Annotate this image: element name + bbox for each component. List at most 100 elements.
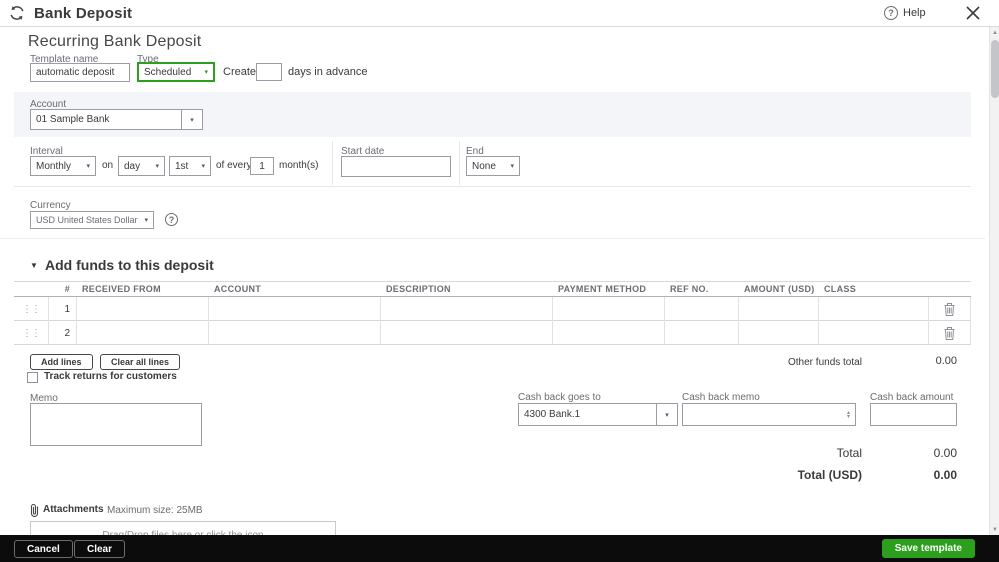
- cell-ref-no[interactable]: [664, 297, 738, 321]
- cash-back-memo-input[interactable]: ▴ ▾: [682, 403, 856, 426]
- type-dropdown[interactable]: Scheduled ▾: [137, 62, 215, 82]
- cash-back-goes-to-label: Cash back goes to: [518, 392, 601, 403]
- save-template-button[interactable]: Save template: [881, 539, 975, 558]
- help-icon[interactable]: ?: [884, 6, 898, 20]
- total-value: 0.00: [933, 446, 957, 460]
- cancel-button[interactable]: Cancel: [14, 540, 73, 558]
- col-payment-method: PAYMENT METHOD: [558, 284, 647, 294]
- attachments-label: Attachments: [43, 504, 104, 515]
- row-number: 1: [48, 297, 76, 321]
- cash-back-amount-input[interactable]: [870, 403, 957, 426]
- cell-description[interactable]: [380, 297, 552, 321]
- template-name-input[interactable]: [30, 63, 130, 82]
- divider: [459, 141, 460, 185]
- recurring-heading: Recurring Bank Deposit: [28, 33, 202, 50]
- footer-bar: Cancel Clear Save template: [0, 535, 999, 562]
- cash-back-goes-to-dropdown-button[interactable]: ▾: [656, 403, 678, 426]
- drag-handle-icon[interactable]: ⋮⋮: [14, 321, 48, 345]
- cell-payment-method[interactable]: [552, 297, 664, 321]
- table-row: ⋮⋮ 2: [14, 321, 971, 345]
- cash-back-amount-label: Cash back amount: [870, 392, 954, 403]
- account-input[interactable]: 01 Sample Bank: [30, 109, 182, 130]
- row-number: 2: [48, 321, 76, 345]
- attachments-max-size: Maximum size: 25MB: [107, 505, 203, 516]
- divider: [332, 141, 333, 185]
- clear-all-lines-button[interactable]: Clear all lines: [100, 354, 181, 370]
- table-row: ⋮⋮ 1: [14, 297, 971, 321]
- paperclip-icon: [29, 503, 40, 522]
- col-class: CLASS: [824, 284, 857, 294]
- track-returns-checkbox[interactable]: [27, 372, 38, 383]
- currency-info-icon[interactable]: ?: [165, 213, 178, 226]
- top-bar: Bank Deposit ? Help: [0, 0, 999, 27]
- cell-received-from[interactable]: [76, 297, 208, 321]
- close-icon[interactable]: [966, 6, 980, 25]
- cell-received-from[interactable]: [76, 321, 208, 345]
- interval-dropdown[interactable]: Monthly ▾: [30, 156, 96, 176]
- end-dropdown[interactable]: None ▾: [466, 156, 520, 176]
- currency-label: Currency: [30, 200, 71, 211]
- add-lines-button[interactable]: Add lines: [30, 354, 93, 370]
- clear-button[interactable]: Clear: [74, 540, 126, 558]
- other-funds-total-value: 0.00: [935, 355, 957, 367]
- recurring-transaction-icon: [8, 4, 26, 27]
- funds-table-header: # RECEIVED FROM ACCOUNT DESCRIPTION PAYM…: [14, 281, 971, 297]
- total-usd-label: Total (USD): [797, 468, 862, 482]
- divider: [0, 238, 985, 239]
- memo-textarea[interactable]: [30, 403, 202, 446]
- chevron-down-icon: ▾: [204, 69, 208, 76]
- col-number: #: [64, 284, 70, 294]
- chevron-down-icon: ▾: [190, 116, 194, 124]
- days-in-advance-input[interactable]: [256, 63, 282, 81]
- other-funds-total-label: Other funds total: [788, 357, 862, 368]
- chevron-down-icon: ▾: [86, 163, 90, 170]
- currency-dropdown[interactable]: USD United States Dollar ▾: [30, 211, 154, 229]
- chevron-down-icon: ▾: [144, 217, 148, 224]
- cell-class[interactable]: [818, 321, 928, 345]
- cell-account[interactable]: [208, 321, 380, 345]
- track-returns-label: Track returns for customers: [44, 371, 177, 382]
- collapse-triangle-icon[interactable]: ▼: [30, 261, 38, 270]
- scrollbar[interactable]: ▲ ▼: [989, 27, 999, 535]
- chevron-down-icon: ▾: [510, 163, 514, 170]
- drag-handle-icon[interactable]: ⋮⋮: [14, 297, 48, 321]
- spinner-icon[interactable]: ▴ ▾: [847, 410, 850, 420]
- cell-payment-method[interactable]: [552, 321, 664, 345]
- cell-class[interactable]: [818, 297, 928, 321]
- cell-amount[interactable]: [738, 321, 818, 345]
- days-in-advance-label: days in advance: [288, 66, 368, 78]
- day-ordinal-dropdown[interactable]: 1st ▾: [169, 156, 211, 176]
- on-label: on: [102, 160, 114, 171]
- chevron-down-icon: ▾: [201, 163, 205, 170]
- start-date-input[interactable]: [341, 156, 451, 177]
- scroll-up-icon[interactable]: ▲: [990, 27, 999, 38]
- divider: [14, 186, 971, 187]
- page-title: Bank Deposit: [34, 5, 133, 22]
- every-n-input[interactable]: [250, 157, 274, 175]
- scroll-thumb[interactable]: [991, 40, 999, 98]
- chevron-down-icon: ▾: [665, 411, 669, 419]
- col-account: ACCOUNT: [214, 284, 262, 294]
- cell-account[interactable]: [208, 297, 380, 321]
- cell-ref-no[interactable]: [664, 321, 738, 345]
- total-usd-value: 0.00: [933, 468, 957, 482]
- cell-description[interactable]: [380, 321, 552, 345]
- delete-row-icon[interactable]: [928, 321, 970, 345]
- months-label: month(s): [279, 160, 319, 171]
- delete-row-icon[interactable]: [928, 297, 970, 321]
- day-unit-dropdown[interactable]: day ▾: [118, 156, 165, 176]
- col-amount: AMOUNT (USD): [744, 284, 815, 294]
- bank-deposit-window: Bank Deposit ? Help Recurring Bank Depos…: [0, 0, 999, 562]
- of-every-label: of every: [216, 160, 252, 171]
- help-label[interactable]: Help: [903, 7, 926, 19]
- account-dropdown-button[interactable]: ▾: [181, 109, 203, 130]
- cash-back-goes-to-input[interactable]: 4300 Bank.1: [518, 403, 657, 426]
- scroll-down-icon[interactable]: ▼: [990, 524, 999, 535]
- add-funds-heading: Add funds to this deposit: [45, 257, 214, 273]
- col-ref-no: REF NO.: [670, 284, 709, 294]
- cell-amount[interactable]: [738, 297, 818, 321]
- total-label: Total: [836, 446, 862, 460]
- create-label: Create: [223, 66, 257, 78]
- chevron-down-icon: ▾: [155, 163, 159, 170]
- col-description: DESCRIPTION: [386, 284, 451, 294]
